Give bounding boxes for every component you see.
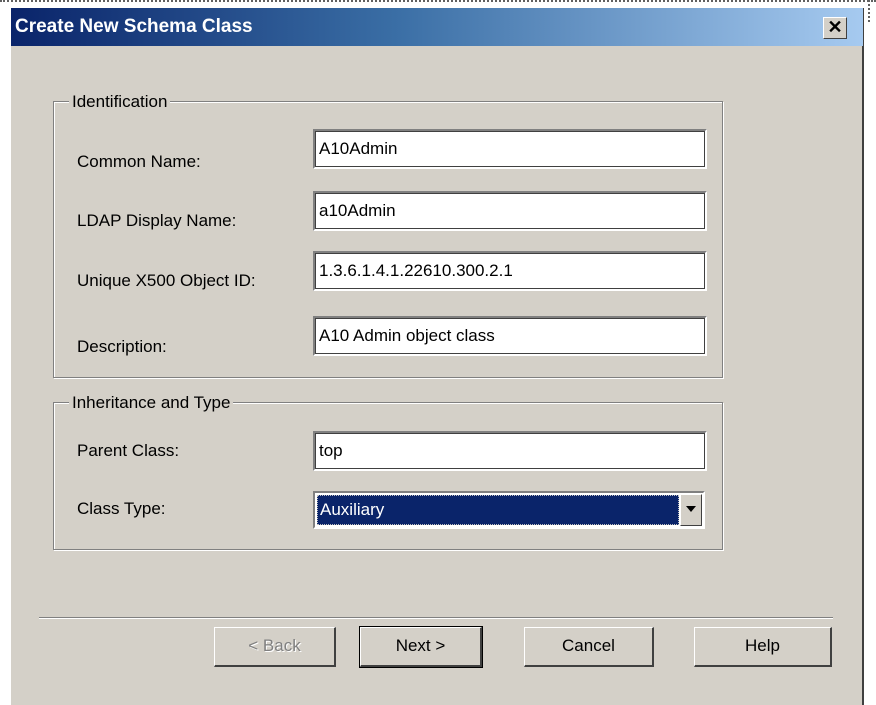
next-button[interactable]: Next > bbox=[359, 626, 483, 668]
create-schema-class-dialog: Create New Schema Class ✕ Identification… bbox=[10, 8, 864, 705]
class-type-select[interactable]: Auxiliary bbox=[313, 491, 705, 529]
button-separator bbox=[39, 617, 833, 619]
close-icon: ✕ bbox=[827, 17, 843, 37]
cancel-button[interactable]: Cancel bbox=[524, 627, 654, 667]
parent-class-label: Parent Class: bbox=[77, 441, 180, 460]
title-bar[interactable]: Create New Schema Class ✕ bbox=[11, 8, 863, 46]
window-outline-top bbox=[0, 0, 876, 2]
class-type-selected-value[interactable]: Auxiliary bbox=[317, 495, 679, 525]
chevron-down-icon[interactable] bbox=[680, 494, 702, 526]
common-name-input[interactable]: A10Admin bbox=[313, 129, 707, 169]
dialog-title: Create New Schema Class bbox=[15, 16, 253, 37]
common-name-label: Common Name: bbox=[77, 152, 201, 171]
class-type-label: Class Type: bbox=[77, 499, 166, 518]
back-button[interactable]: < Back bbox=[214, 627, 336, 667]
x500-object-id-label: Unique X500 Object ID: bbox=[77, 271, 256, 290]
close-button[interactable]: ✕ bbox=[823, 17, 847, 39]
help-button[interactable]: Help bbox=[694, 627, 832, 667]
parent-class-input[interactable]: top bbox=[313, 431, 707, 471]
ldap-display-name-input[interactable]: a10Admin bbox=[313, 191, 707, 231]
window-outline-right bbox=[868, 0, 870, 22]
x500-object-id-input[interactable]: 1.3.6.1.4.1.22610.300.2.1 bbox=[313, 251, 707, 291]
inheritance-legend: Inheritance and Type bbox=[69, 393, 234, 413]
ldap-display-name-label: LDAP Display Name: bbox=[77, 211, 237, 230]
description-label: Description: bbox=[77, 337, 167, 356]
identification-legend: Identification bbox=[69, 92, 171, 112]
description-input[interactable]: A10 Admin object class bbox=[313, 316, 707, 356]
